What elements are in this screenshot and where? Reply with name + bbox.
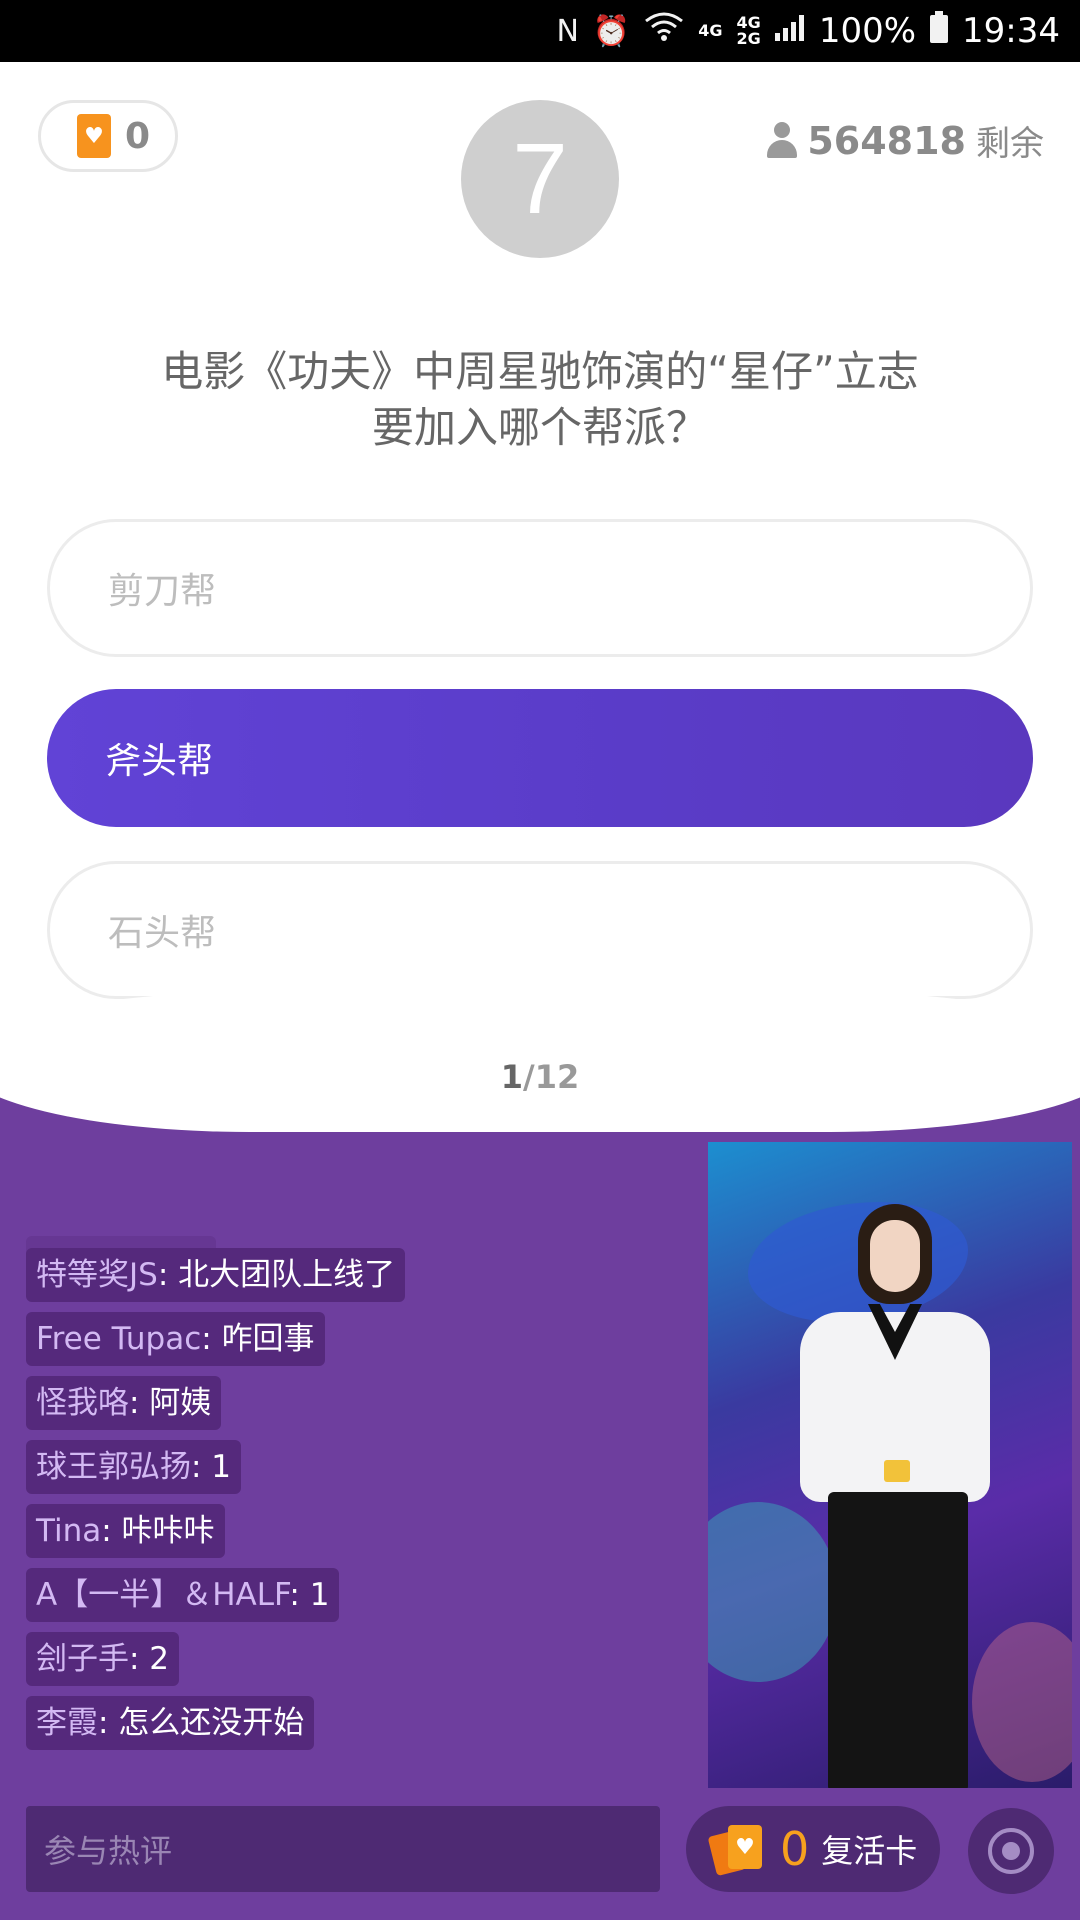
host-face	[870, 1220, 920, 1292]
network-type-2g: 2G	[736, 29, 761, 48]
chat-username: 李霞	[36, 1705, 98, 1741]
chat-username: 刽子手	[36, 1641, 129, 1677]
chat-message: Tina: 咔咔咔	[26, 1504, 225, 1558]
nfc-icon: N	[556, 13, 579, 49]
revive-label: 复活卡	[821, 1832, 918, 1870]
comment-input[interactable]: 参与热评	[26, 1806, 660, 1892]
chat-text: : 阿姨	[129, 1385, 212, 1421]
lives-count: 0	[125, 115, 151, 157]
revive-cards-icon: ♥	[707, 1823, 768, 1877]
question-progress: 1/12	[0, 1058, 1080, 1096]
chat-text: : 怎么还没开始	[98, 1705, 305, 1741]
chat-list[interactable]: 特等奖JS: 北大团队上线了 Free Tupac: 咋回事 怪我咯: 阿姨 球…	[26, 1248, 686, 1750]
record-button[interactable]	[968, 1808, 1054, 1894]
battery-percent: 100%	[818, 11, 917, 51]
revive-card-button[interactable]: ♥ 0 复活卡	[686, 1806, 940, 1892]
status-bar: N ⏰ 4G 4G 2G 100% 19:34	[0, 0, 1080, 62]
remaining-label: 剩余	[976, 124, 1044, 164]
chat-text: : 咋回事	[201, 1321, 315, 1357]
revive-count: 0	[780, 1822, 810, 1876]
progress-current: 1	[500, 1058, 524, 1096]
progress-total: /12	[523, 1058, 580, 1096]
answer-option-1[interactable]: 剪刀帮	[47, 519, 1033, 657]
chat-message: Free Tupac: 咋回事	[26, 1312, 325, 1366]
chat-username: Free Tupac	[36, 1321, 202, 1357]
alarm-icon: ⏰	[592, 13, 631, 49]
question-text: 电影《功夫》中周星驰饰演的“星仔”立志要加入哪个帮派？	[161, 347, 919, 452]
chat-message: A【一半】＆HALF: 1	[26, 1568, 340, 1622]
lives-badge[interactable]: ♥ 0	[38, 100, 178, 172]
chat-message: 特等奖JS: 北大团队上线了	[26, 1248, 406, 1302]
remaining-count: 564818	[807, 118, 966, 163]
chat-message: 刽子手: 2	[26, 1632, 180, 1686]
chat-username: 怪我咯	[36, 1385, 129, 1421]
chat-username: Tina	[36, 1513, 102, 1549]
host-skirt	[828, 1492, 968, 1788]
signal-icon	[774, 14, 805, 49]
chat-message: 怪我咯: 阿姨	[26, 1376, 222, 1430]
remaining-players: 564818 剩余	[767, 116, 1044, 165]
chat-message: 球王郭弘扬: 1	[26, 1440, 242, 1494]
chat-username: 球王郭弘扬	[36, 1449, 191, 1485]
host-card	[884, 1460, 910, 1482]
chat-text: : 北大团队上线了	[157, 1257, 396, 1293]
chat-text: : 1	[191, 1449, 232, 1485]
chat-username: A【一半】＆HALF	[36, 1577, 290, 1613]
video-background-shape	[708, 1502, 838, 1682]
heart-card-icon: ♥	[77, 114, 111, 158]
battery-icon	[930, 11, 949, 51]
chat-username: 特等奖JS	[36, 1257, 158, 1293]
answer-option-3[interactable]: 石头帮	[47, 861, 1033, 999]
chat-text: : 咔咔咔	[101, 1513, 215, 1549]
record-icon	[988, 1828, 1034, 1874]
wifi-icon	[644, 11, 684, 51]
video-background-shape	[972, 1622, 1072, 1782]
network-type-4g: 4G	[698, 21, 723, 40]
chat-text: : 1	[289, 1577, 330, 1613]
chat-message: 李霞: 怎么还没开始	[26, 1696, 315, 1750]
clock-time: 19:34	[962, 11, 1060, 51]
network-type-stack: 4G 2G	[737, 15, 761, 47]
question-card: ♥ 0 7 564818 剩余 电影《功夫》中周星驰饰演的“星仔”立志要加入哪个…	[0, 62, 1080, 1132]
host-video[interactable]	[708, 1142, 1072, 1788]
chat-text: : 2	[129, 1641, 170, 1677]
countdown-timer: 7	[461, 100, 619, 258]
answer-option-2-selected[interactable]: 斧头帮	[47, 689, 1033, 827]
person-icon	[767, 121, 798, 160]
bottom-bar: 参与热评 ♥ 0 复活卡	[0, 1806, 1080, 1896]
